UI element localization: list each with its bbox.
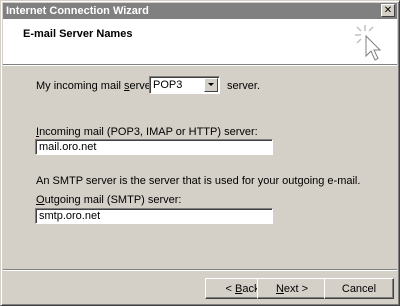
wizard-header: E-mail Server Names: [3, 19, 397, 64]
smtp-info-text: An SMTP server is the server that is use…: [36, 175, 361, 187]
incoming-server-type-select[interactable]: POP3: [149, 76, 220, 94]
incoming-type-suffix: server.: [227, 80, 261, 92]
wizard-sparkle-cursor-icon: [355, 25, 382, 61]
incoming-server-type-value: POP3: [153, 79, 183, 91]
close-icon: ✕: [383, 4, 393, 16]
next-button[interactable]: Next >: [257, 278, 327, 299]
header-divider-highlight: [3, 65, 397, 66]
outgoing-server-input[interactable]: [35, 208, 273, 224]
wizard-window: Internet Connection Wizard ✕ E-mail Serv…: [0, 0, 400, 306]
title-bar[interactable]: Internet Connection Wizard ✕: [3, 3, 397, 19]
incoming-server-label: Incoming mail (POP3, IMAP or HTTP) serve…: [36, 126, 258, 138]
outgoing-server-label: Outgoing mail (SMTP) server:: [36, 194, 182, 206]
chevron-down-icon[interactable]: [204, 78, 218, 92]
page-title: E-mail Server Names: [23, 28, 133, 40]
cancel-button[interactable]: Cancel: [324, 278, 394, 299]
footer-divider-highlight: [3, 270, 397, 271]
window-title: Internet Connection Wizard: [6, 5, 149, 17]
close-button[interactable]: ✕: [381, 4, 395, 17]
incoming-server-input[interactable]: [35, 139, 273, 155]
